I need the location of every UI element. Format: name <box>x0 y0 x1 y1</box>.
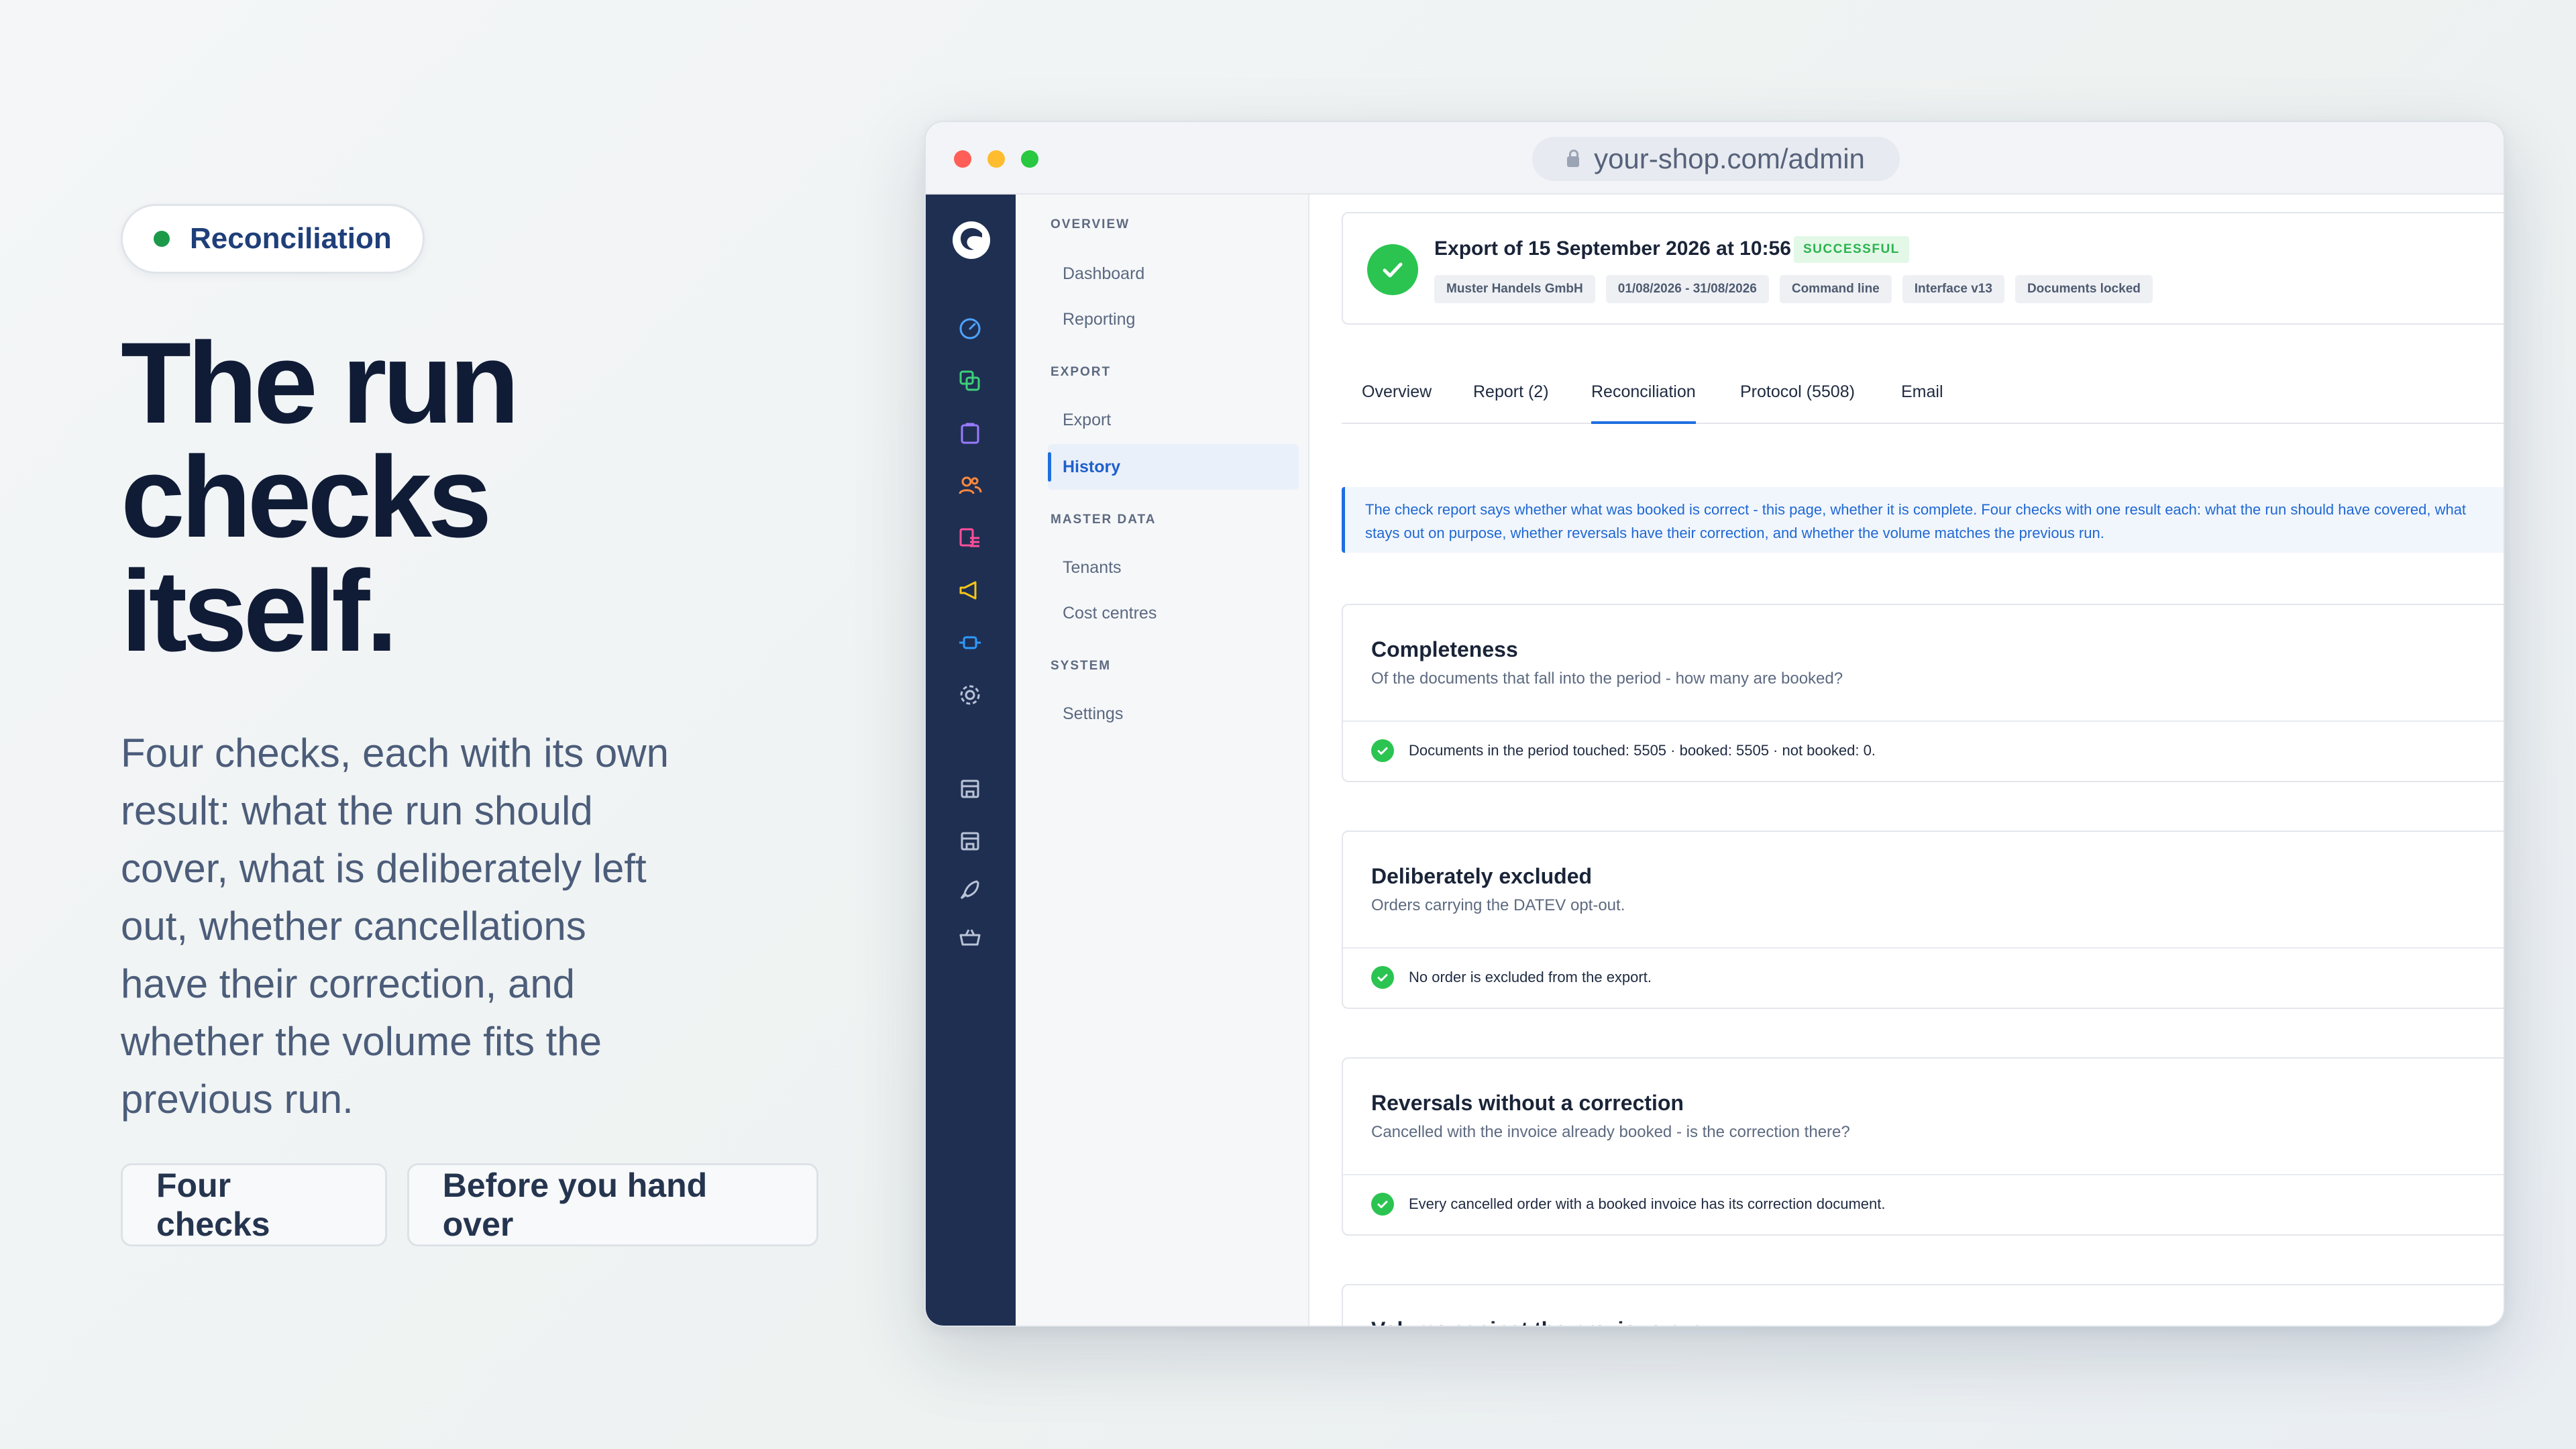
status-badge: SUCCESSFUL <box>1794 236 1909 263</box>
info-callout: The check report says whether what was b… <box>1342 487 2504 553</box>
window-controls <box>954 150 1038 168</box>
minimize-window-button[interactable] <box>987 150 1005 168</box>
sidebar-item-export[interactable]: Export <box>1048 397 1299 443</box>
export-tags: Muster Handels GmbH 01/08/2026 - 31/08/2… <box>1434 275 2153 303</box>
check-title: Deliberately excluded <box>1371 864 1593 888</box>
url-text: your-shop.com/admin <box>1594 143 1865 174</box>
check-subtitle: Of the documents that fall into the peri… <box>1371 669 1843 688</box>
divider <box>1343 1174 2504 1175</box>
store-icon[interactable] <box>957 828 983 855</box>
check-circle-icon <box>1371 1193 1394 1216</box>
sidebar-item-cost-centres[interactable]: Cost centres <box>1048 590 1299 636</box>
tab-protocol[interactable]: Protocol (5508) <box>1740 382 1855 424</box>
tag-period: 01/08/2026 - 31/08/2026 <box>1605 275 1769 303</box>
export-title: Export of 15 September 2026 at 10:56 <box>1434 237 1791 260</box>
maximize-window-button[interactable] <box>1021 150 1038 168</box>
gear-icon[interactable] <box>957 682 983 708</box>
plug-icon[interactable] <box>957 629 983 656</box>
hero: Reconciliation The run checks itself. Fo… <box>121 204 818 1246</box>
headline: The run checks itself. <box>121 319 520 676</box>
nav-section-overview: OVERVIEW <box>1051 217 1130 231</box>
divider <box>1343 947 2504 949</box>
chip-before-hand-over: Before you hand over <box>407 1163 818 1246</box>
clipboard-icon[interactable] <box>957 420 983 447</box>
copy-icon[interactable] <box>957 368 983 394</box>
detail-tabs: Overview Report (2) Reconciliation Proto… <box>1342 370 2504 424</box>
address-bar[interactable]: your-shop.com/admin <box>1532 137 1900 181</box>
sidebar-item-reporting[interactable]: Reporting <box>1048 297 1299 342</box>
icon-rail <box>926 195 1016 1326</box>
check-card-volume: Volume against the previous run <box>1342 1284 2504 1326</box>
nav-section-system: SYSTEM <box>1051 659 1112 673</box>
dashboard-gauge-icon[interactable] <box>957 315 983 342</box>
check-result: Documents in the period touched: 5505 · … <box>1371 739 1876 762</box>
check-result: No order is excluded from the export. <box>1371 966 1652 989</box>
lock-icon <box>1567 150 1580 167</box>
check-circle-icon <box>1371 966 1394 989</box>
check-result-text: Documents in the period touched: 5505 · … <box>1409 742 1876 759</box>
tag-tenant: Muster Handels GmbH <box>1434 275 1595 303</box>
users-icon[interactable] <box>957 472 983 499</box>
check-title: Reversals without a correction <box>1371 1091 1684 1115</box>
check-card-reversals: Reversals without a correction Cancelled… <box>1342 1057 2504 1236</box>
nav-section-export: EXPORT <box>1051 365 1112 379</box>
check-title: Volume against the previous run <box>1371 1318 1703 1326</box>
rocket-icon[interactable] <box>957 876 983 903</box>
check-title: Completeness <box>1371 637 1518 661</box>
success-check-icon <box>1367 244 1418 295</box>
check-result: Every cancelled order with a booked invo… <box>1371 1193 1885 1216</box>
basket-icon[interactable] <box>957 924 983 951</box>
check-result-text: Every cancelled order with a booked invo… <box>1409 1195 1886 1212</box>
logo-icon[interactable] <box>951 220 991 260</box>
browser-window: your-shop.com/admin OVERVIEW Dashboard R… <box>924 121 2505 1327</box>
sidebar-item-dashboard[interactable]: Dashboard <box>1048 251 1299 297</box>
tab-reconciliation[interactable]: Reconciliation <box>1591 382 1696 424</box>
sidebar-item-history[interactable]: History <box>1048 444 1299 490</box>
admin-app: OVERVIEW Dashboard Reporting EXPORT Expo… <box>926 195 2504 1326</box>
tag-documents-locked: Documents locked <box>2015 275 2153 303</box>
sidebar-item-tenants[interactable]: Tenants <box>1048 545 1299 590</box>
close-window-button[interactable] <box>954 150 971 168</box>
check-circle-icon <box>1371 739 1394 762</box>
status-dot-icon <box>154 231 170 247</box>
chips: Four checks Before you hand over <box>121 1163 818 1246</box>
megaphone-icon[interactable] <box>957 577 983 604</box>
export-summary-card: Export of 15 September 2026 at 10:56 SUC… <box>1342 212 2504 325</box>
tab-report[interactable]: Report (2) <box>1473 382 1549 424</box>
badge-label: Reconciliation <box>190 222 392 255</box>
browser-titlebar: your-shop.com/admin <box>926 122 2504 195</box>
check-subtitle: Orders carrying the DATEV opt-out. <box>1371 896 1625 914</box>
tab-overview[interactable]: Overview <box>1362 382 1432 424</box>
tag-interface: Interface v13 <box>1902 275 2004 303</box>
check-card-deliberately-excluded: Deliberately excluded Orders carrying th… <box>1342 830 2504 1009</box>
check-card-completeness: Completeness Of the documents that fall … <box>1342 604 2504 782</box>
check-subtitle: Cancelled with the invoice already booke… <box>1371 1123 1850 1141</box>
store-icon[interactable] <box>957 775 983 802</box>
list-icon[interactable] <box>957 525 983 551</box>
tag-source: Command line <box>1779 275 1892 303</box>
chip-four-checks: Four checks <box>121 1163 387 1246</box>
check-result-text: No order is excluded from the export. <box>1409 969 1652 985</box>
reconciliation-badge: Reconciliation <box>121 204 425 274</box>
main-content: Export of 15 September 2026 at 10:56 SUC… <box>1309 195 2504 1326</box>
tab-email[interactable]: Email <box>1901 382 1943 424</box>
divider <box>1343 720 2504 722</box>
nav-section-master-data: MASTER DATA <box>1051 513 1157 527</box>
sidebar-nav: OVERVIEW Dashboard Reporting EXPORT Expo… <box>1016 195 1309 1326</box>
sidebar-item-settings[interactable]: Settings <box>1048 691 1299 737</box>
lede: Four checks, each with its own result: w… <box>121 731 669 1122</box>
